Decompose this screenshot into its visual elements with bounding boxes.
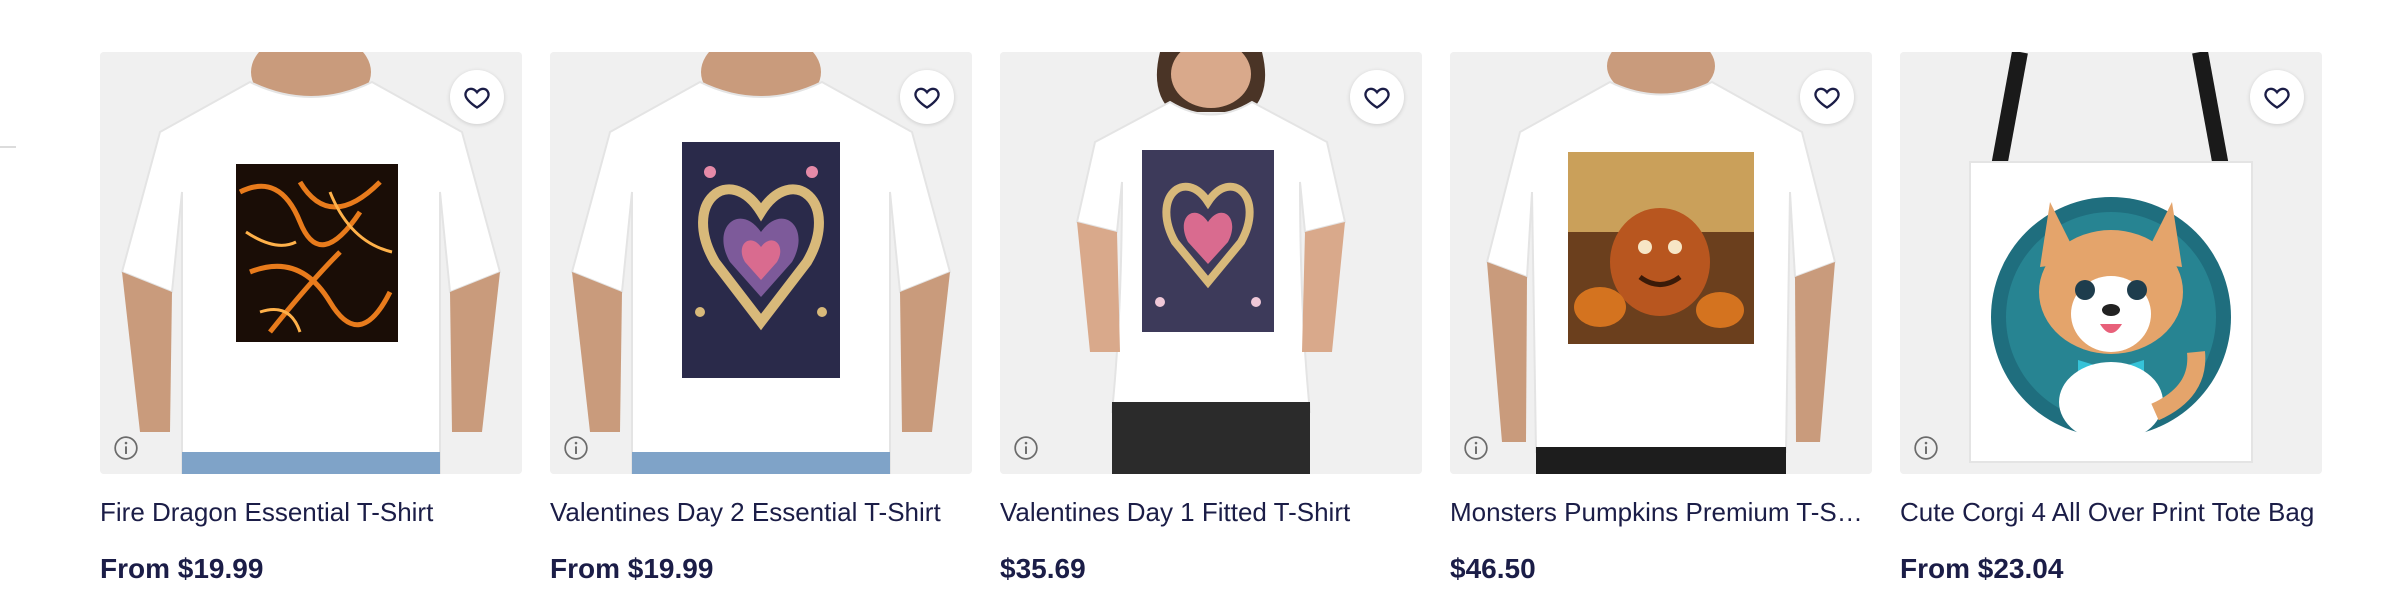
info-icon <box>564 436 588 460</box>
heart-outline-icon <box>1364 87 1390 109</box>
info-icon <box>1914 436 1938 460</box>
heart-outline-icon <box>914 87 940 109</box>
product-price: From $19.99 <box>100 553 264 584</box>
favorite-button[interactable] <box>1800 70 1854 124</box>
info-button[interactable] <box>1912 434 1940 462</box>
favorite-button[interactable] <box>1350 70 1404 124</box>
product-price: From $19.99 <box>550 553 714 584</box>
favorite-button[interactable] <box>900 70 954 124</box>
product-price: $35.69 <box>1000 553 1086 584</box>
heart-outline-icon <box>1814 87 1840 109</box>
info-button[interactable] <box>1012 434 1040 462</box>
product-price: From $23.04 <box>1900 553 2064 584</box>
info-icon <box>114 436 138 460</box>
info-button[interactable] <box>1462 434 1490 462</box>
product-card[interactable]: Cute Corgi 4 All Over Print Tote Bag Fro… <box>1900 52 2322 586</box>
info-button[interactable] <box>112 434 140 462</box>
heart-outline-icon <box>2264 87 2290 109</box>
info-button[interactable] <box>562 434 590 462</box>
info-icon <box>1014 436 1038 460</box>
product-title[interactable]: Valentines Day 2 Essential T-Shirt <box>550 496 972 528</box>
product-card[interactable]: Valentines Day 2 Essential T-Shirt From … <box>550 52 972 586</box>
favorite-button[interactable] <box>2250 70 2304 124</box>
product-image[interactable] <box>100 52 522 474</box>
product-image[interactable] <box>1000 52 1422 474</box>
product-price: $46.50 <box>1450 553 1536 584</box>
product-title[interactable]: Fire Dragon Essential T-Shirt <box>100 496 522 528</box>
product-grid: Fire Dragon Essential T-Shirt From $19.9… <box>100 52 2322 586</box>
product-title[interactable]: Cute Corgi 4 All Over Print Tote Bag <box>1900 496 2322 528</box>
product-card[interactable]: Fire Dragon Essential T-Shirt From $19.9… <box>100 52 522 586</box>
product-title[interactable]: Monsters Pumpkins Premium T-Shirt <box>1450 496 1872 528</box>
info-icon <box>1464 436 1488 460</box>
heart-outline-icon <box>464 87 490 109</box>
product-card[interactable]: Valentines Day 1 Fitted T-Shirt $35.69 <box>1000 52 1422 586</box>
product-image[interactable] <box>550 52 972 474</box>
product-card[interactable]: Monsters Pumpkins Premium T-Shirt $46.50 <box>1450 52 1872 586</box>
product-image[interactable] <box>1900 52 2322 474</box>
edge-divider <box>0 146 16 148</box>
product-image[interactable] <box>1450 52 1872 474</box>
product-title[interactable]: Valentines Day 1 Fitted T-Shirt <box>1000 496 1422 528</box>
favorite-button[interactable] <box>450 70 504 124</box>
